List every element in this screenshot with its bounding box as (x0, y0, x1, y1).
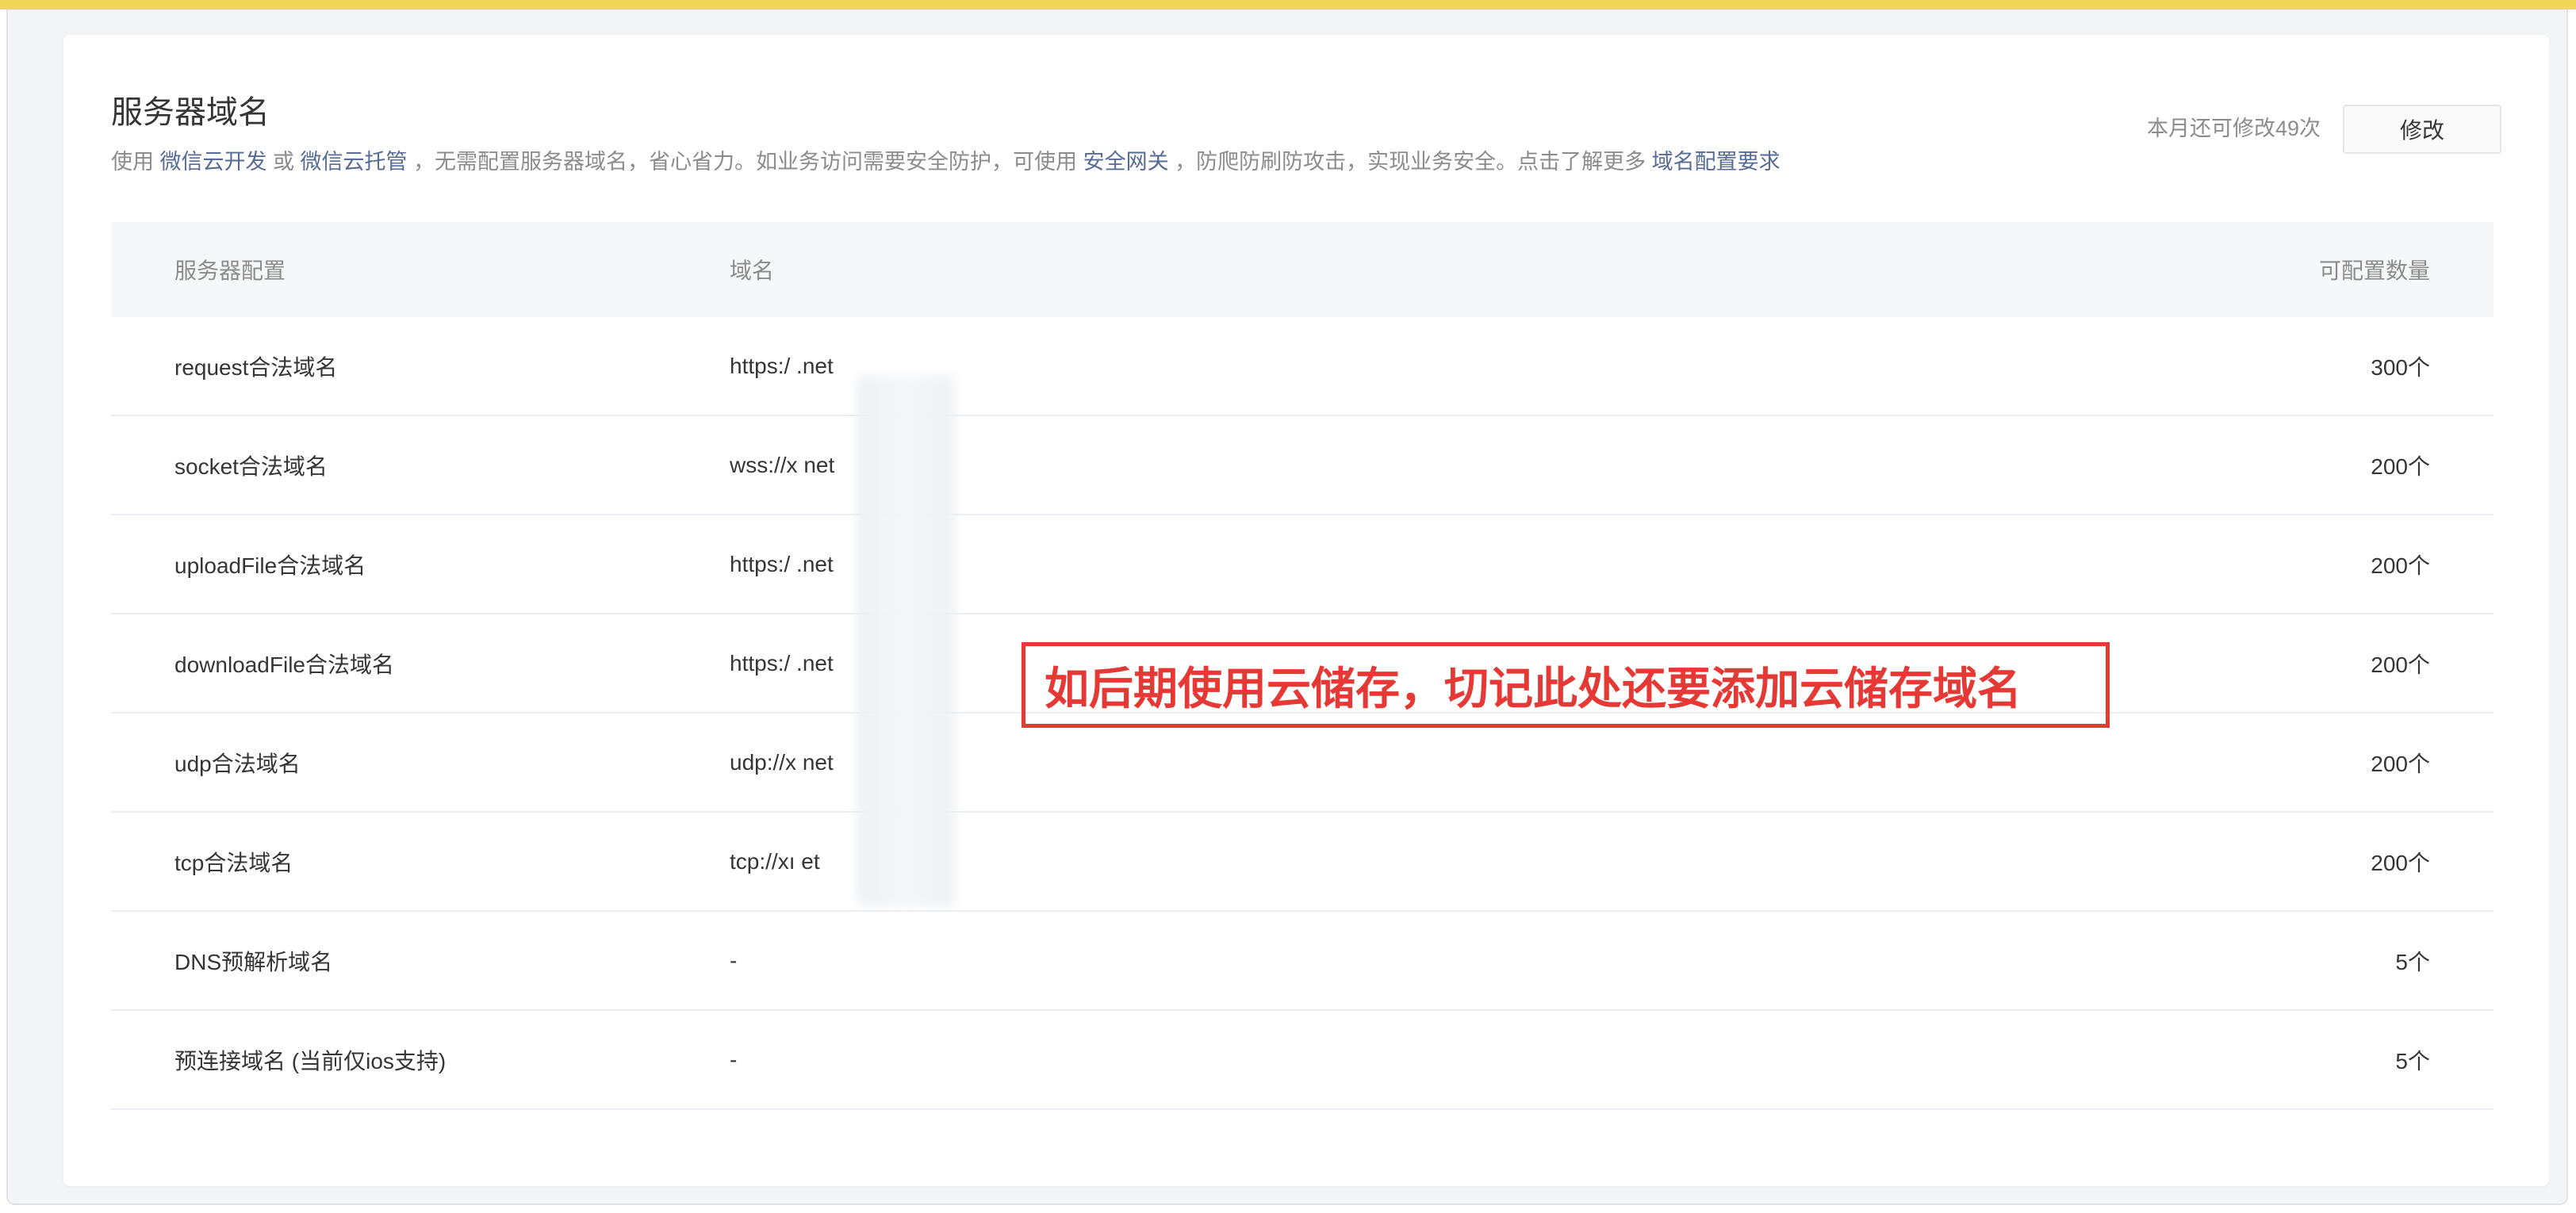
row-domain: udp://x net (730, 749, 834, 775)
table-row: socket合法域名 wss://x net 200个 (111, 416, 2494, 515)
row-config: 预连接域名 (当前仅ios支持) (174, 1048, 447, 1073)
page-title: 服务器域名 (111, 95, 270, 130)
page-description: 使用 微信云开发 或 微信云托管 ，无需配置服务器域名，省心省力。如业务访问需要… (111, 146, 1781, 178)
row-config: udp合法域名 (174, 751, 301, 776)
row-domain: wss://x net (730, 452, 835, 477)
row-count: 5个 (2395, 949, 2430, 974)
desc-text-3: ，无需配置服务器域名，省心省力。如业务访问需要安全防护，可使用 (413, 150, 1078, 174)
table-row: tcp合法域名 tcp://xı et 200个 (111, 813, 2494, 912)
header-domain: 域名 (730, 258, 775, 283)
row-domain: https:/ .net (730, 353, 834, 378)
row-config: tcp合法域名 (174, 850, 293, 875)
annotation-callout: 如后期使用云储存，切记此处还要添加云储存域名 (1022, 642, 2110, 728)
table-row: uploadFile合法域名 https:/ .net 200个 (111, 515, 2494, 614)
row-config: uploadFile合法域名 (174, 553, 366, 578)
modification-quota: 本月还可修改49次 (2146, 117, 2321, 140)
security-gateway-link[interactable]: 安全网关 (1083, 150, 1169, 174)
table-row: 预连接域名 (当前仅ios支持) - 5个 (111, 1011, 2494, 1110)
domain-requirements-link[interactable]: 域名配置要求 (1652, 150, 1781, 174)
row-domain: - (730, 1047, 738, 1072)
row-count: 5个 (2395, 1048, 2430, 1073)
row-count: 200个 (2371, 652, 2430, 677)
desc-text-2: 或 (273, 150, 295, 174)
header-config: 服务器配置 (174, 258, 286, 283)
header-count: 可配置数量 (2318, 258, 2430, 283)
wechat-cloud-dev-link[interactable]: 微信云开发 (160, 150, 267, 174)
row-config: socket合法域名 (174, 453, 328, 479)
redaction-blur (857, 376, 955, 907)
row-count: 300个 (2371, 354, 2430, 380)
row-domain: tcp://xı et (730, 848, 820, 874)
table-row: DNS预解析域名 - 5个 (111, 912, 2494, 1011)
server-domain-card: 服务器域名 使用 微信云开发 或 微信云托管 ，无需配置服务器域名，省心省力。如… (63, 35, 2549, 1186)
desc-text-4: ，防爬防刷防攻击，实现业务安全。点击了解更多 (1175, 150, 1646, 174)
table-row: udp合法域名 udp://x net 200个 (111, 714, 2494, 813)
row-count: 200个 (2371, 553, 2430, 578)
top-accent-bar (0, 0, 2576, 10)
row-domain: https:/ .net (730, 650, 834, 675)
app-window: 服务器域名 使用 微信云开发 或 微信云托管 ，无需配置服务器域名，省心省力。如… (6, 10, 2568, 1205)
row-config: downloadFile合法域名 (174, 652, 394, 677)
row-config: request合法域名 (174, 354, 338, 380)
desc-text-1: 使用 (111, 150, 154, 174)
table-row: request合法域名 https:/ .net 300个 (111, 317, 2494, 416)
row-count: 200个 (2371, 850, 2430, 875)
row-domain: - (730, 947, 738, 973)
row-count: 200个 (2371, 453, 2430, 479)
table-header: 服务器配置 域名 可配置数量 (111, 222, 2494, 317)
row-config: DNS预解析域名 (174, 949, 333, 974)
row-domain: https:/ .net (730, 551, 834, 576)
row-count: 200个 (2371, 751, 2430, 776)
edit-button[interactable]: 修改 (2343, 105, 2501, 154)
wechat-cloud-hosting-link[interactable]: 微信云托管 (301, 150, 408, 174)
